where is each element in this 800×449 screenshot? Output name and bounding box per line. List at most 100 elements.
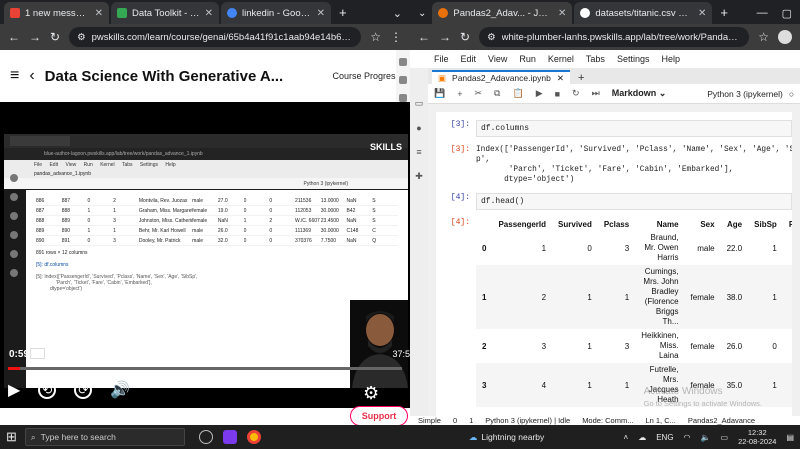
new-tab-button[interactable]: + — [333, 5, 353, 24]
hamburger-icon[interactable]: ≡ — [10, 67, 19, 85]
settings-gear-icon[interactable]: ⚙ — [363, 383, 379, 404]
running-icon[interactable]: ● — [416, 123, 421, 133]
weather-widget[interactable]: ☁ Lightning nearby — [469, 432, 544, 443]
language-indicator[interactable]: ENG — [656, 433, 673, 442]
tab-search-icon[interactable]: ⌄ — [393, 7, 402, 20]
seek-bar[interactable] — [8, 367, 402, 370]
menu-edit[interactable]: Edit — [461, 54, 477, 64]
volume-icon[interactable]: 🔊 — [110, 380, 130, 400]
tab-data-toolkit[interactable]: Data Toolkit - Google ✕ — [111, 2, 219, 24]
stop-icon[interactable] — [399, 58, 407, 66]
site-info-icon[interactable]: ⚙ — [487, 32, 496, 43]
inner-output-line: dtype='object') — [50, 286, 83, 292]
clock[interactable]: 12:32 22-08-2024 — [738, 428, 776, 446]
forward-icon[interactable]: → — [29, 30, 41, 44]
extension-icon[interactable]: ✚ — [415, 171, 423, 182]
speaker-icon[interactable]: 🔈 — [701, 433, 711, 442]
code-cell[interactable]: [4]: df.head() — [436, 193, 792, 210]
stop-icon[interactable]: ■ — [555, 89, 560, 99]
wifi-icon[interactable]: ◠ — [684, 433, 691, 442]
notification-icon[interactable]: ▤ — [786, 433, 794, 442]
add-cell-icon[interactable]: + — [457, 89, 462, 99]
restart-icon[interactable]: ↻ — [572, 88, 580, 99]
taskbar-search[interactable]: ⌕ Type here to search — [24, 428, 185, 446]
back-icon[interactable]: ← — [418, 30, 430, 44]
battery-icon[interactable]: ▭ — [721, 433, 729, 442]
tab-linkedin-search[interactable]: linkedin - Google Sea ✕ — [221, 2, 331, 24]
notebook-tab[interactable]: ▣ Pandas2_Adavance.ipynb ✕ — [432, 70, 570, 84]
close-icon[interactable]: ✕ — [205, 8, 213, 19]
cloud-sync-icon[interactable]: ☁ — [638, 433, 646, 442]
menu-kernel[interactable]: Kernel — [548, 54, 574, 64]
paste-icon[interactable]: 📋 — [512, 88, 523, 99]
chrome-icon[interactable] — [246, 430, 261, 444]
tab-new-message[interactable]: 1 new message ✕ — [4, 2, 109, 24]
close-icon[interactable]: ✕ — [558, 8, 566, 19]
play-icon[interactable]: ▶ — [8, 380, 20, 400]
status-kernel[interactable]: Python 3 (ipykernel) | Idle — [485, 416, 570, 425]
speed-button[interactable]: 1x — [30, 348, 46, 359]
close-icon[interactable]: ✕ — [95, 8, 103, 19]
code-input[interactable]: df.columns — [476, 120, 792, 137]
tray-chevron-icon[interactable]: ˄ — [624, 433, 629, 442]
menu-settings[interactable]: Settings — [617, 54, 650, 64]
inner-table-cell: 0 — [269, 207, 273, 214]
menu-view[interactable]: View — [488, 54, 507, 64]
reload-icon[interactable]: ↻ — [460, 30, 470, 44]
chatgpt-icon[interactable] — [198, 430, 213, 444]
table-header-row: PassengerId Survived Pclass Name Sex Age SibSp… — [476, 218, 792, 231]
video-player[interactable]: blue-author-lagoon.pwskills.app/lab/tree… — [0, 102, 410, 408]
camera-icon[interactable] — [399, 76, 407, 84]
cut-icon[interactable]: ✂ — [474, 88, 482, 99]
windows-start-icon[interactable]: ⊞ — [6, 429, 17, 445]
tab-github-titanic[interactable]: datasets/titanic.csv at maste ✕ — [574, 2, 713, 24]
notebook-cells[interactable]: [3]: df.columns [3]: Index(['PassengerId… — [436, 112, 792, 425]
table-cell: 1 — [476, 265, 493, 329]
url-input[interactable]: ⚙ pwskills.com/learn/course/genai/65b4a4… — [69, 27, 362, 47]
close-icon[interactable]: ✕ — [698, 8, 706, 19]
menu-tabs[interactable]: Tabs — [586, 54, 605, 64]
table-cell: 2 — [482, 341, 487, 351]
code-input[interactable]: df.head() — [476, 193, 792, 210]
bookmark-star-icon[interactable]: ☆ — [758, 30, 769, 44]
close-icon[interactable]: ✕ — [317, 8, 325, 19]
cell-type-select[interactable]: Markdown ⌄ — [612, 88, 667, 99]
maximize-icon[interactable]: ▢ — [782, 7, 792, 20]
puzzle-icon[interactable] — [399, 94, 407, 102]
minimize-icon[interactable]: — — [757, 7, 768, 20]
kernel-indicator[interactable]: Python 3 (ipykernel) ○ — [707, 89, 794, 99]
code-cell[interactable]: [3]: df.columns — [436, 120, 792, 137]
run-all-icon[interactable]: ⏭ — [592, 88, 600, 99]
save-icon[interactable]: 💾 — [434, 88, 445, 99]
tab-list-icon[interactable]: ⌄ — [414, 8, 430, 24]
menu-help[interactable]: Help — [661, 54, 680, 64]
support-button[interactable]: Support — [350, 406, 408, 425]
close-icon[interactable]: ✕ — [557, 73, 564, 84]
forward-icon[interactable]: → — [439, 30, 451, 44]
simple-mode-toggle[interactable]: Simple — [418, 416, 441, 425]
site-info-icon[interactable]: ⚙ — [77, 32, 86, 43]
inner-table-cell: 26.0 — [217, 227, 228, 234]
reload-icon[interactable]: ↻ — [50, 30, 60, 44]
new-launcher-button[interactable]: + — [574, 72, 588, 84]
menu-file[interactable]: File — [434, 54, 449, 64]
copy-icon[interactable]: ⧉ — [494, 88, 500, 99]
back-chevron-icon[interactable]: ‹ — [29, 67, 34, 85]
run-icon[interactable]: ▶ — [536, 88, 543, 99]
search-icon: ⌕ — [30, 431, 36, 442]
forward-10-icon[interactable]: ⟳ — [74, 381, 93, 399]
tab-jupyterlab[interactable]: Pandas2_Adav... - JupyterLab ✕ — [432, 2, 573, 24]
bookmark-star-icon[interactable]: ☆ — [370, 30, 381, 44]
toc-icon[interactable]: ≡ — [416, 147, 421, 157]
new-tab-button[interactable]: + — [714, 5, 734, 24]
menu-run[interactable]: Run — [519, 54, 536, 64]
back-icon[interactable]: ← — [8, 30, 20, 44]
course-progress-label[interactable]: Course Progress — [332, 71, 400, 81]
inner-table-cell: W./C. 6607 — [295, 217, 320, 224]
url-input[interactable]: ⚙ white-plumber-lanhs.pwskills.app/lab/t… — [479, 27, 750, 47]
app-u-icon[interactable] — [222, 430, 237, 444]
profile-avatar-icon[interactable] — [778, 30, 792, 44]
folder-icon[interactable]: ▭ — [415, 98, 424, 109]
menu-kebab-icon[interactable]: ⋮ — [390, 30, 402, 44]
rewind-10-icon[interactable]: ⟲ — [38, 381, 57, 399]
